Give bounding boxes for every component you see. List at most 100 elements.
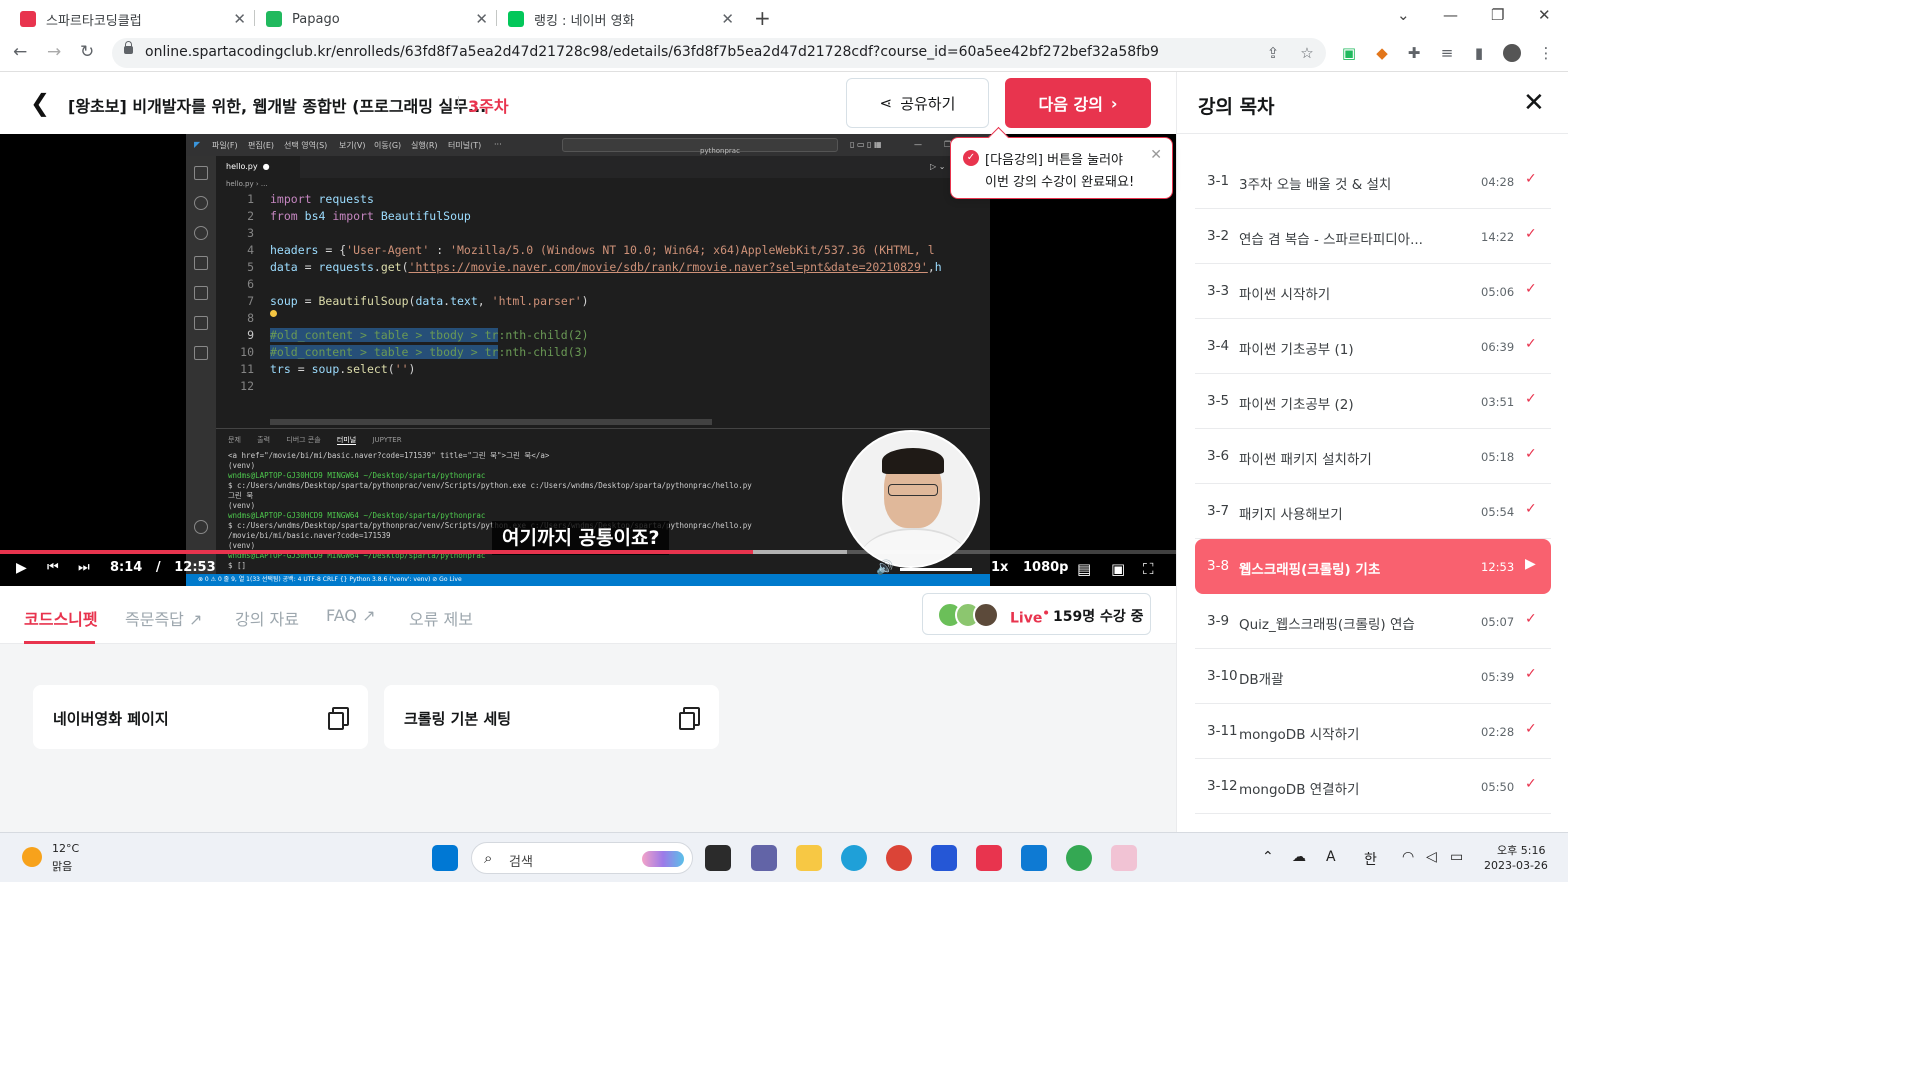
close-tab-icon[interactable]: ✕ xyxy=(475,10,488,28)
back-arrow-icon[interactable]: ❮ xyxy=(30,89,50,117)
clock-date[interactable]: 2023-03-26 xyxy=(1484,859,1548,872)
edge-icon[interactable] xyxy=(841,845,867,871)
copy-icon[interactable] xyxy=(679,707,700,730)
browser-menu-icon[interactable]: ⋮ xyxy=(1537,44,1555,62)
side-panel-icon[interactable]: ▮ xyxy=(1470,44,1488,62)
maximize-icon[interactable]: ❐ xyxy=(1491,6,1504,24)
chrome-icon[interactable] xyxy=(886,845,912,871)
weather-temperature[interactable]: 12°C xyxy=(52,842,79,855)
tab-faq[interactable]: FAQ ↗ xyxy=(326,606,375,625)
taskbar-search[interactable]: ⌕ 검색 xyxy=(471,842,693,874)
video-progress-bar[interactable] xyxy=(0,550,1176,554)
store-icon[interactable] xyxy=(931,845,957,871)
browser-tab-papago[interactable]: Papago ✕ xyxy=(256,4,496,34)
volume-icon[interactable]: 🔊 xyxy=(876,560,893,576)
vscode-menubar: ◤ 파일(F) 편집(E) 선택 영역(S) 보기(V) 이동(G) 실행(R)… xyxy=(186,134,990,156)
video-player[interactable]: ◤ 파일(F) 편집(E) 선택 영역(S) 보기(V) 이동(G) 실행(R)… xyxy=(0,134,1176,586)
minimize-icon[interactable]: — xyxy=(1443,6,1458,24)
omnibox[interactable]: online.spartacodingclub.kr/enrolleds/63f… xyxy=(112,38,1326,68)
back-icon[interactable]: ← xyxy=(13,42,27,62)
code-line: from bs4 import BeautifulSoup xyxy=(270,209,471,223)
onedrive-icon[interactable]: ☁ xyxy=(1292,849,1306,865)
video-quality[interactable]: 1080p xyxy=(1023,560,1069,575)
toc-item[interactable]: 3-12 mongoDB 연결하기 05:50 ✓ xyxy=(1195,759,1551,814)
close-tab-icon[interactable]: ✕ xyxy=(721,10,734,28)
toc-item[interactable]: 3-2 연습 겸 복습 - 스파르타피디아... 14:22 ✓ xyxy=(1195,209,1551,264)
battery-icon[interactable]: ▭ xyxy=(1450,849,1463,865)
course-header: ❮ [왕초보] 비개발자를 위한, 웹개발 종합반 (프로그래밍 실무... 3… xyxy=(0,72,1176,134)
playback-speed[interactable]: 1x xyxy=(991,560,1008,575)
next-lecture-button[interactable]: 다음 강의 › xyxy=(1005,78,1151,128)
captions-icon[interactable]: ▤ xyxy=(1077,560,1091,578)
toc-item[interactable]: 3-7 패키지 사용해보기 05:54 ✓ xyxy=(1195,484,1551,539)
picture-in-picture-icon[interactable]: ▣ xyxy=(1111,560,1125,578)
weather-description[interactable]: 맑음 xyxy=(52,858,72,874)
extensions-puzzle-icon[interactable]: ✚ xyxy=(1405,44,1423,62)
clock-time[interactable]: 오후 5:16 xyxy=(1497,842,1545,858)
toc-item[interactable]: 3-3 파이썬 시작하기 05:06 ✓ xyxy=(1195,264,1551,319)
tab-separator xyxy=(254,10,255,26)
chrome-profile-icon[interactable] xyxy=(1066,845,1092,871)
toc-item[interactable]: 3-11 mongoDB 시작하기 02:28 ✓ xyxy=(1195,704,1551,759)
task-view-icon[interactable] xyxy=(705,845,731,871)
close-window-icon[interactable]: ✕ xyxy=(1538,6,1551,24)
vscode-icon[interactable] xyxy=(1021,845,1047,871)
browser-tab-naver-movie[interactable]: 랭킹 : 네이버 영화 ✕ xyxy=(498,4,742,34)
vscode-editor-tabs: hello.py ● ▷ ⌄ xyxy=(216,156,990,178)
toc-item-number: 3-8 xyxy=(1207,558,1230,574)
check-icon: ✓ xyxy=(1525,446,1537,462)
snippet-card[interactable]: 크롤링 기본 세팅 xyxy=(384,685,719,749)
previous-icon[interactable]: ⏮ xyxy=(47,560,59,575)
file-explorer-icon[interactable] xyxy=(796,845,822,871)
toc-item[interactable]: 3-4 파이썬 기초공부 (1) 06:39 ✓ xyxy=(1195,319,1551,374)
chevron-up-icon[interactable]: ⌃ xyxy=(1262,849,1274,865)
url-text[interactable]: online.spartacodingclub.kr/enrolleds/63f… xyxy=(145,44,1159,60)
tab-search-icon[interactable]: ⌄ xyxy=(1397,6,1410,24)
divider xyxy=(1177,133,1568,134)
line-number: 1 xyxy=(247,192,254,206)
next-icon[interactable]: ⏭ xyxy=(78,560,90,575)
toc-item[interactable]: 3-5 파이썬 기초공부 (2) 03:51 ✓ xyxy=(1195,374,1551,429)
browser-tab-sparta[interactable]: 스파르타코딩클럽 ✕ xyxy=(10,4,254,34)
bookmark-star-icon[interactable]: ☆ xyxy=(1298,44,1316,62)
vscode-menu-item: 파일(F) xyxy=(212,141,238,150)
reading-list-icon[interactable]: ≡ xyxy=(1438,44,1456,62)
toc-item-duration: 03:51 xyxy=(1481,395,1515,409)
extension-green-icon[interactable]: ▣ xyxy=(1340,44,1358,62)
toc-item[interactable]: 3-8 웹스크래핑(크롤링) 기초 12:53 ▶ xyxy=(1195,539,1551,594)
snippet-card[interactable]: 네이버영화 페이지 xyxy=(33,685,368,749)
chat-icon[interactable] xyxy=(751,845,777,871)
wifi-icon[interactable]: ◠ xyxy=(1402,849,1414,865)
terminal-line: <a href="/movie/bi/mi/basic.naver?code=1… xyxy=(228,451,550,460)
toc-item[interactable]: 3-10 DB개괄 05:39 ✓ xyxy=(1195,649,1551,704)
ime-mode-icon[interactable]: A xyxy=(1326,849,1336,865)
tab-quick-qa[interactable]: 즉문즉답 ↗ xyxy=(125,606,202,630)
tab-code-snippet[interactable]: 코드스니펫 xyxy=(24,606,98,630)
tab-lecture-materials[interactable]: 강의 자료 xyxy=(235,606,299,630)
fullscreen-icon[interactable]: ⛶ xyxy=(1143,560,1154,578)
check-icon: ✓ xyxy=(1525,666,1537,682)
new-tab-button[interactable]: + xyxy=(754,6,771,30)
copy-icon[interactable] xyxy=(328,707,349,730)
close-tab-icon[interactable]: ✕ xyxy=(233,10,246,28)
toc-item[interactable]: 3-1 3주차 오늘 배울 것 & 설치 04:28 ✓ xyxy=(1195,154,1551,209)
play-icon[interactable]: ▶ xyxy=(16,560,27,576)
speaker-icon[interactable]: ◁ xyxy=(1426,849,1437,865)
tooltip-close-icon[interactable]: ✕ xyxy=(1150,147,1162,163)
share-button[interactable]: ⋖ 공유하기 xyxy=(846,78,989,128)
sun-icon[interactable] xyxy=(22,847,42,867)
tab-error-report[interactable]: 오류 제보 xyxy=(409,606,473,630)
snipping-tool-icon[interactable] xyxy=(1111,845,1137,871)
sync-app-icon[interactable] xyxy=(976,845,1002,871)
share-page-icon[interactable]: ⇪ xyxy=(1264,44,1282,62)
toc-item[interactable]: 3-6 파이썬 패키지 설치하기 05:18 ✓ xyxy=(1195,429,1551,484)
metamask-icon[interactable]: ◆ xyxy=(1373,44,1391,62)
profile-avatar[interactable] xyxy=(1503,44,1521,62)
volume-slider[interactable] xyxy=(900,568,972,571)
reload-icon[interactable]: ↻ xyxy=(80,42,94,62)
close-icon[interactable]: ✕ xyxy=(1523,88,1545,118)
forward-icon[interactable]: → xyxy=(47,42,61,62)
toc-item[interactable]: 3-9 Quiz_웹스크래핑(크롤링) 연습 05:07 ✓ xyxy=(1195,594,1551,649)
ime-korean[interactable]: 한 xyxy=(1364,849,1377,869)
windows-start-icon[interactable] xyxy=(432,845,458,871)
